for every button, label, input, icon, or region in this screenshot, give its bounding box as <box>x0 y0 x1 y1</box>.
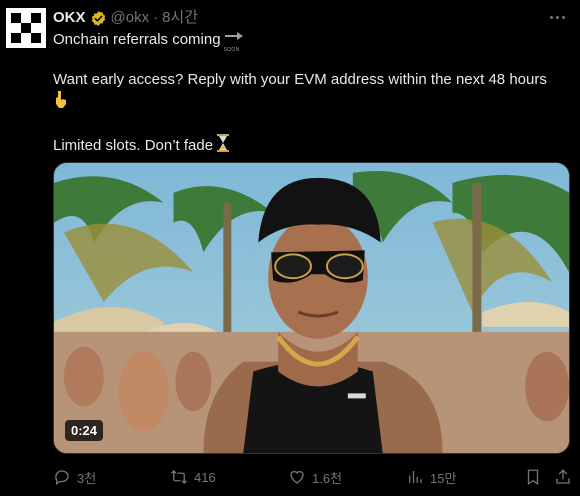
okx-logo-icon <box>11 13 41 43</box>
retweet-count: 416 <box>194 469 216 485</box>
tweet-text: Onchain referrals coming SOON Want early… <box>53 30 568 158</box>
reply-icon <box>55 470 69 486</box>
author-name[interactable]: OKX <box>53 9 86 27</box>
reply-button[interactable]: 3천 <box>53 466 96 488</box>
tweet-line-1-text: Onchain referrals coming <box>53 31 221 48</box>
analytics-icon <box>409 471 422 483</box>
bookmark-button[interactable] <box>524 466 542 488</box>
soon-label: SOON <box>223 47 240 54</box>
video-duration: 0:24 <box>65 420 104 441</box>
retweet-button[interactable]: 416 <box>170 466 216 488</box>
video-thumbnail <box>54 163 569 453</box>
bookmark-icon <box>527 469 539 486</box>
video-player[interactable]: 0:24 <box>53 162 570 454</box>
pointing-down-emoji-icon <box>53 90 69 114</box>
share-button[interactable] <box>554 466 572 488</box>
like-button[interactable]: 1.6천 <box>288 466 342 488</box>
heart-icon <box>290 470 304 484</box>
retweet-icon <box>171 470 187 484</box>
tweet-line-2: Want early access? Reply with your EVM a… <box>53 71 547 89</box>
more-dot-icon <box>549 15 553 19</box>
more-dot-icon <box>561 15 565 19</box>
hourglass-emoji-icon <box>217 134 230 158</box>
timestamp[interactable]: 8시간 <box>162 9 198 27</box>
avatar[interactable] <box>6 8 46 48</box>
soon-arrow-icon: SOON <box>223 30 245 53</box>
more-dot-icon <box>555 15 559 19</box>
action-bar: 3천 416 1.6천 15만 <box>53 466 570 488</box>
views-button[interactable]: 15만 <box>406 466 456 488</box>
tweet-line-1: Onchain referrals coming SOON <box>53 30 568 53</box>
tweet-header: OKX @okx · 8시간 <box>53 9 198 27</box>
share-icon <box>556 469 570 484</box>
like-count: 1.6천 <box>312 470 343 486</box>
more-options-button[interactable] <box>546 8 568 26</box>
tweet[interactable]: OKX @okx · 8시간 Onchain referrals coming … <box>0 0 580 496</box>
view-count: 15만 <box>430 470 457 486</box>
separator-dot: · <box>153 9 159 26</box>
reply-count: 3천 <box>77 470 97 486</box>
tweet-line-3-text: Limited slots. Don’t fade <box>53 137 214 154</box>
tweet-line-3: Limited slots. Don’t fade <box>53 134 568 158</box>
author-handle[interactable]: @okx <box>111 9 150 27</box>
verified-badge-icon <box>91 10 105 26</box>
